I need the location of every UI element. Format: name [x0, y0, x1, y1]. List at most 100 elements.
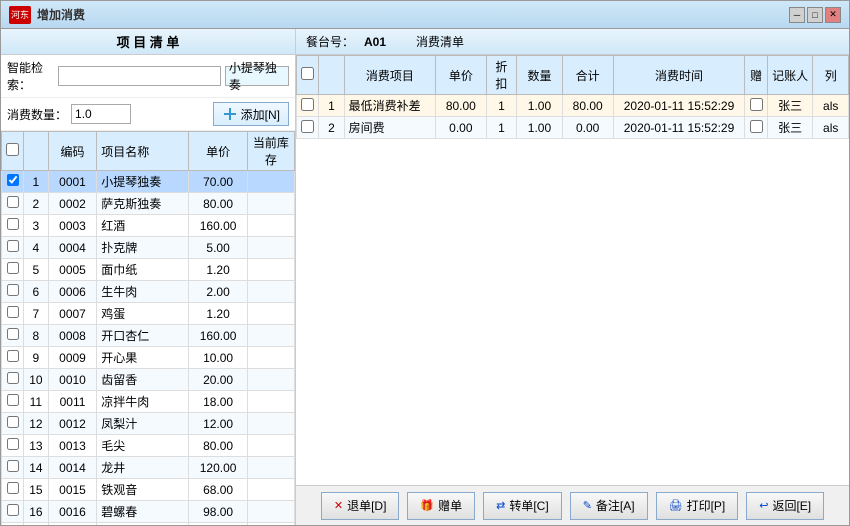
row-checkbox[interactable] [7, 482, 19, 494]
row-stock [247, 171, 294, 193]
row-name: 红酒 [97, 215, 189, 237]
row-name: 生牛肉 [97, 281, 189, 303]
table-row[interactable]: 17 0017 蓝山咖啡 30.00 [2, 523, 295, 526]
gift-checkbox[interactable] [750, 120, 763, 133]
qty-input[interactable] [71, 104, 131, 124]
row-price: 160.00 [189, 215, 248, 237]
return-button[interactable]: ↩ 返回[E] [746, 492, 824, 520]
consume-discount: 1 [486, 95, 516, 117]
row-price: 1.20 [189, 303, 248, 325]
consume-checkbox[interactable] [301, 120, 314, 133]
search-input[interactable] [58, 66, 221, 86]
row-num: 14 [24, 457, 49, 479]
row-code: 0011 [48, 391, 97, 413]
table-row[interactable]: 12 0012 凤梨汁 12.00 [2, 413, 295, 435]
left-panel: 项 目 清 单 智能检索： 小提琴独奏 消费数量： [1, 29, 296, 525]
search-row: 智能检索： 小提琴独奏 [1, 55, 295, 98]
row-checkbox[interactable] [7, 394, 19, 406]
table-row[interactable]: 1 0001 小提琴独奏 70.00 [2, 171, 295, 193]
consume-row[interactable]: 2 房间费 0.00 1 1.00 0.00 2020-01-11 15:52:… [297, 117, 849, 139]
rh-discount: 折扣 [486, 56, 516, 95]
col-header-name: 项目名称 [97, 132, 189, 171]
row-price: 120.00 [189, 457, 248, 479]
table-row[interactable]: 10 0010 齿留香 20.00 [2, 369, 295, 391]
row-num: 8 [24, 325, 49, 347]
row-code: 0012 [48, 413, 97, 435]
row-checkbox[interactable] [7, 504, 19, 516]
row-checkbox[interactable] [7, 416, 19, 428]
consume-price: 80.00 [435, 95, 486, 117]
row-checkbox[interactable] [7, 284, 19, 296]
gift-button[interactable]: 🎁 赠单 [407, 492, 475, 520]
action-buttons: ✕ 退单[D] 🎁 赠单 ⇄ 转单[C] ✎ 备注[A] 🖨 打印[P] [296, 485, 849, 525]
consume-row[interactable]: 1 最低消费补差 80.00 1 1.00 80.00 2020-01-11 1… [297, 95, 849, 117]
row-checkbox[interactable] [7, 438, 19, 450]
add-button[interactable]: 添加[N] [213, 102, 289, 126]
note-button[interactable]: ✎ 备注[A] [570, 492, 648, 520]
row-price: 80.00 [189, 435, 248, 457]
row-checkbox[interactable] [7, 218, 19, 230]
items-table: 编码 项目名称 单价 当前库存 1 0001 小提琴独奏 70.00 2 000… [1, 131, 295, 525]
add-btn-label: 添加[N] [241, 106, 280, 123]
table-row[interactable]: 9 0009 开心果 10.00 [2, 347, 295, 369]
consume-discount: 1 [486, 117, 516, 139]
row-checkbox[interactable] [7, 174, 19, 186]
rh-time: 消费时间 [613, 56, 745, 95]
row-checkbox[interactable] [7, 196, 19, 208]
select-all-checkbox[interactable] [6, 143, 19, 156]
table-row[interactable]: 6 0006 生牛肉 2.00 [2, 281, 295, 303]
consume-checkbox[interactable] [301, 98, 314, 111]
table-row[interactable]: 15 0015 铁观音 68.00 [2, 479, 295, 501]
row-code: 0007 [48, 303, 97, 325]
row-code: 0010 [48, 369, 97, 391]
row-checkbox[interactable] [7, 328, 19, 340]
row-name: 凤梨汁 [97, 413, 189, 435]
row-stock [247, 237, 294, 259]
left-table-container[interactable]: 编码 项目名称 单价 当前库存 1 0001 小提琴独奏 70.00 2 000… [1, 131, 295, 525]
gift-checkbox[interactable] [750, 98, 763, 111]
table-row[interactable]: 5 0005 面巾纸 1.20 [2, 259, 295, 281]
rh-total: 合计 [562, 56, 613, 95]
table-row[interactable]: 8 0008 开口杏仁 160.00 [2, 325, 295, 347]
table-row[interactable]: 11 0011 凉拌牛肉 18.00 [2, 391, 295, 413]
consume-time: 2020-01-11 15:52:29 [613, 95, 745, 117]
row-checkbox[interactable] [7, 372, 19, 384]
row-stock [247, 457, 294, 479]
right-table-container[interactable]: 消费项目 单价 折扣 数量 合计 消费时间 赠 记账人 列 [296, 55, 849, 485]
table-row[interactable]: 14 0014 龙井 120.00 [2, 457, 295, 479]
transfer-button[interactable]: ⇄ 转单[C] [483, 492, 562, 520]
right-select-all[interactable] [301, 67, 314, 80]
row-stock [247, 435, 294, 457]
table-row[interactable]: 16 0016 碧螺春 98.00 [2, 501, 295, 523]
row-num: 7 [24, 303, 49, 325]
close-button[interactable]: ✕ [825, 7, 841, 23]
row-checkbox[interactable] [7, 262, 19, 274]
print-button[interactable]: 🖨 打印[P] [656, 492, 739, 520]
table-row[interactable]: 2 0002 萨克斯独奏 80.00 [2, 193, 295, 215]
maximize-button[interactable]: □ [807, 7, 823, 23]
consume-name: 房间费 [344, 117, 435, 139]
search-display: 小提琴独奏 [225, 66, 289, 86]
row-name: 开心果 [97, 347, 189, 369]
row-num: 15 [24, 479, 49, 501]
row-checkbox[interactable] [7, 306, 19, 318]
transfer-icon: ⇄ [496, 499, 505, 512]
row-price: 18.00 [189, 391, 248, 413]
table-row[interactable]: 13 0013 毛尖 80.00 [2, 435, 295, 457]
table-row[interactable]: 7 0007 鸡蛋 1.20 [2, 303, 295, 325]
minimize-button[interactable]: ─ [789, 7, 805, 23]
row-num: 16 [24, 501, 49, 523]
row-checkbox[interactable] [7, 350, 19, 362]
row-price: 98.00 [189, 501, 248, 523]
refund-button[interactable]: ✕ 退单[D] [321, 492, 400, 520]
row-price: 70.00 [189, 171, 248, 193]
table-row[interactable]: 4 0004 扑克牌 5.00 [2, 237, 295, 259]
row-checkbox[interactable] [7, 460, 19, 472]
table-row[interactable]: 3 0003 红酒 160.00 [2, 215, 295, 237]
row-num: 6 [24, 281, 49, 303]
consume-col: als [813, 117, 849, 139]
row-checkbox[interactable] [7, 240, 19, 252]
row-num: 10 [24, 369, 49, 391]
row-code: 0003 [48, 215, 97, 237]
refund-icon: ✕ [334, 499, 343, 512]
